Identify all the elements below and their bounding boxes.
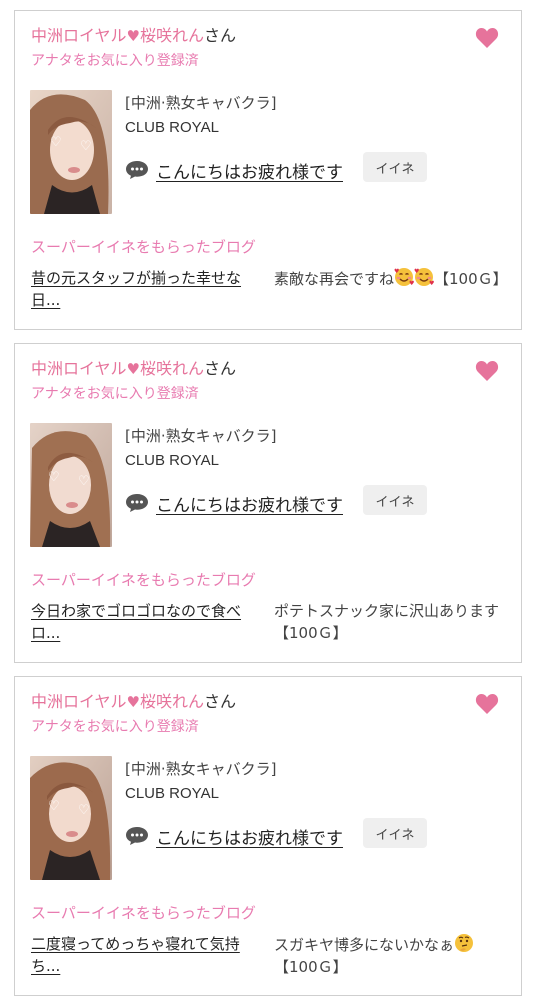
svg-text:♡: ♡ [78, 803, 90, 818]
like-button[interactable]: イイネ [363, 818, 427, 848]
message-link[interactable]: こんにちはお疲れ様です [125, 490, 343, 516]
svg-text:♡: ♡ [78, 474, 90, 489]
like-button[interactable]: イイネ [363, 485, 427, 515]
message-text[interactable]: こんにちはお疲れ様です [156, 824, 343, 849]
heart-icon[interactable] [475, 693, 499, 715]
message-text[interactable]: こんにちはお疲れ様です [156, 158, 343, 183]
blog-comment: 素敵な再会ですね ♥ ♥ ♥ ♥ 【100Ｇ】 [274, 267, 509, 290]
blog-comment-text: スガキヤ博多にないかなぁ [274, 936, 455, 954]
profile-photo[interactable]: ♡ ♡ [30, 423, 112, 547]
heart-glyph-icon: ♥ [126, 27, 140, 45]
svg-text:♥: ♥ [394, 268, 399, 275]
notification-card: 中洲ロイヤル♥桜咲れんさん アナタをお気に入り登録済 ♡ ♡ [中洲·熟女キャバ… [14, 676, 522, 996]
message-text[interactable]: こんにちはお疲れ様です [156, 491, 343, 516]
sender-name-suffix[interactable]: 桜咲れん [140, 359, 204, 378]
favorite-status: アナタをお気に入り登録済 [31, 386, 199, 402]
sender-name-prefix[interactable]: 中洲ロイヤル [31, 26, 127, 45]
smiling-face-with-hearts-emoji: ♥♥ [394, 268, 414, 287]
heart-glyph-icon: ♥ [126, 693, 140, 711]
blog-section-header: スーパーイイネをもらったブログ [31, 904, 256, 922]
sender-name-suffix[interactable]: 桜咲れん [140, 26, 204, 45]
message-link[interactable]: こんにちはお疲れ様です [125, 823, 343, 849]
favorite-status: アナタをお気に入り登録済 [31, 719, 199, 735]
shop-category: [中洲·熟女キャバクラ] [125, 94, 277, 112]
blog-comment: スガキヤ博多にないかなぁ【100Ｇ】 [274, 933, 509, 978]
message-link[interactable]: こんにちはお疲れ様です [125, 157, 343, 183]
shop-category: [中洲·熟女キャバクラ] [125, 760, 277, 778]
honorific: さん [204, 26, 237, 45]
heart-icon[interactable] [475, 27, 499, 49]
shop-category: [中洲·熟女キャバクラ] [125, 427, 277, 445]
svg-text:♡: ♡ [48, 799, 60, 814]
smiling-face-with-hearts-emoji: ♥♥ [414, 268, 434, 287]
blog-section-header: スーパーイイネをもらったブログ [31, 571, 256, 589]
blog-title-link[interactable]: 今日わ家でゴロゴロなので食べロ... [31, 600, 261, 644]
sender-name-row[interactable]: 中洲ロイヤル♥桜咲れんさん [31, 358, 236, 380]
blog-title-link[interactable]: 二度寝ってめっちゃ寝れて気持ち... [31, 933, 261, 977]
blog-comment-reward: 【100Ｇ】 [274, 958, 348, 976]
favorite-status: アナタをお気に入り登録済 [31, 53, 199, 69]
honorific: さん [204, 692, 237, 711]
notification-card: 中洲ロイヤル♥桜咲れんさん アナタをお気に入り登録済 ♡ ♡ [中洲·熟女キャバ… [14, 10, 522, 330]
svg-text:♥: ♥ [414, 268, 419, 275]
blog-section-header: スーパーイイネをもらったブログ [31, 238, 256, 256]
sender-name-prefix[interactable]: 中洲ロイヤル [31, 692, 127, 711]
heart-icon[interactable] [475, 360, 499, 382]
speech-bubble-icon [126, 827, 148, 845]
shop-name: CLUB ROYAL [125, 119, 219, 136]
honorific: さん [204, 359, 237, 378]
speech-bubble-icon [126, 161, 148, 179]
profile-photo[interactable]: ♡ ♡ [30, 90, 112, 214]
heart-glyph-icon: ♥ [126, 360, 140, 378]
sender-name-row[interactable]: 中洲ロイヤル♥桜咲れんさん [31, 691, 236, 713]
profile-photo[interactable]: ♡ ♡ [30, 756, 112, 880]
blog-comment: ポテトスナック家に沢山あります【100Ｇ】 [274, 602, 500, 642]
svg-text:♡: ♡ [50, 135, 62, 150]
thinking-face-emoji [455, 934, 474, 952]
svg-text:♡: ♡ [80, 139, 92, 154]
svg-text:♡: ♡ [48, 470, 60, 485]
speech-bubble-icon [126, 494, 148, 512]
sender-name-suffix[interactable]: 桜咲れん [140, 692, 204, 711]
notification-card: 中洲ロイヤル♥桜咲れんさん アナタをお気に入り登録済 ♡ ♡ [中洲·熟女キャバ… [14, 343, 522, 663]
sender-name-row[interactable]: 中洲ロイヤル♥桜咲れんさん [31, 25, 236, 47]
blog-title-link[interactable]: 昔の元スタッフが揃った幸せな日... [31, 267, 261, 311]
like-button[interactable]: イイネ [363, 152, 427, 182]
sender-name-prefix[interactable]: 中洲ロイヤル [31, 359, 127, 378]
shop-name: CLUB ROYAL [125, 452, 219, 469]
shop-name: CLUB ROYAL [125, 785, 219, 802]
blog-comment-text: 素敵な再会ですね [274, 270, 395, 288]
blog-comment-reward: 【100Ｇ】 [434, 270, 508, 288]
